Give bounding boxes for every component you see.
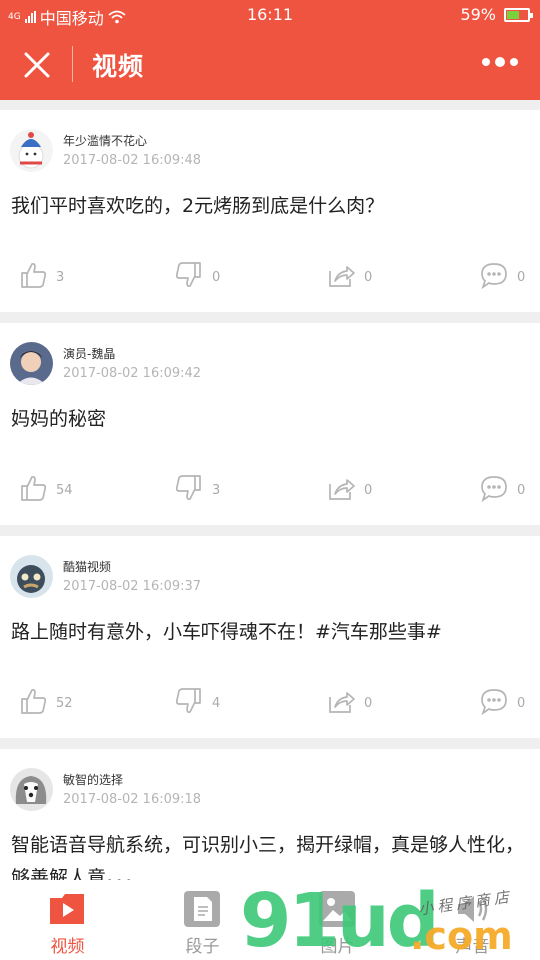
post-card[interactable]: 年少滥情不花心 2017-08-02 16:09:48 我们平时喜欢吃的，2元烤肠到…	[0, 110, 540, 312]
share-count: 0	[364, 695, 373, 711]
share-button[interactable]: 0	[326, 260, 372, 294]
author-name[interactable]: 演员-魏晶	[63, 345, 115, 362]
post-card[interactable]: 演员-魏晶 2017-08-02 16:09:42 妈妈的秘密 54 3 0 0	[0, 323, 540, 525]
comment-count: 0	[517, 482, 526, 498]
avatar[interactable]	[10, 555, 53, 598]
comment-button[interactable]: 0	[479, 473, 525, 507]
image-icon	[319, 891, 355, 927]
dislike-button[interactable]: 0	[174, 260, 220, 294]
post-time: 2017-08-02 16:09:37	[63, 579, 202, 594]
status-time: 16:11	[246, 5, 294, 24]
like-button[interactable]: 52	[18, 686, 73, 720]
comment-icon	[479, 686, 509, 720]
battery-icon	[504, 7, 533, 22]
post-title[interactable]: 我们平时喜欢吃的，2元烤肠到底是什么肉？	[11, 190, 531, 223]
sound-icon	[458, 896, 488, 922]
comment-count: 0	[517, 695, 526, 711]
post-time: 2017-08-02 16:09:18	[63, 792, 202, 807]
post-title[interactable]: 妈妈的秘密	[11, 403, 531, 436]
share-icon	[326, 686, 356, 720]
dislike-icon	[174, 473, 204, 507]
nav-label-video: 视频	[50, 937, 85, 957]
comment-icon	[479, 473, 509, 507]
nav-tab-sound[interactable]: 声音	[405, 880, 540, 960]
like-count: 52	[56, 695, 73, 711]
author-name[interactable]: 年少滥情不花心	[63, 132, 147, 149]
header: 4G 中国移动 16:11 59% 视频	[0, 0, 540, 100]
page-title: 视频	[92, 52, 145, 81]
dislike-button[interactable]: 4	[174, 686, 220, 720]
share-button[interactable]: 0	[326, 473, 372, 507]
share-count: 0	[364, 269, 373, 285]
like-button[interactable]: 3	[18, 260, 64, 294]
like-icon	[18, 260, 48, 294]
dislike-count: 0	[212, 269, 221, 285]
dislike-count: 3	[212, 482, 221, 498]
share-count: 0	[364, 482, 373, 498]
post-card[interactable]: 酷猫视频 2017-08-02 16:09:37 路上随时有意外，小车吓得魂不在！#…	[0, 536, 540, 738]
app-bar: 视频	[0, 30, 540, 100]
post-time: 2017-08-02 16:09:48	[63, 153, 202, 168]
battery-percent: 59%	[460, 5, 496, 24]
post-actions: 52 4 0 0	[0, 686, 540, 720]
share-button[interactable]: 0	[326, 686, 372, 720]
avatar[interactable]	[10, 342, 53, 385]
like-icon	[18, 686, 48, 720]
post-actions: 54 3 0 0	[0, 473, 540, 507]
status-bar: 4G 中国移动 16:11 59%	[0, 0, 540, 30]
like-count: 54	[56, 482, 73, 498]
title-divider	[72, 46, 73, 82]
like-button[interactable]: 54	[18, 473, 73, 507]
post-actions: 3 0 0 0	[0, 260, 540, 294]
comment-button[interactable]: 0	[479, 260, 525, 294]
nav-label-sound: 声音	[455, 937, 490, 957]
post-card[interactable]: 敏智的选择 2017-08-02 16:09:18 智能语音导航系统，可识别小三，揭…	[0, 749, 540, 889]
post-title[interactable]: 路上随时有意外，小车吓得魂不在！#汽车那些事#	[11, 616, 531, 649]
avatar[interactable]	[10, 768, 53, 811]
comment-button[interactable]: 0	[479, 686, 525, 720]
share-icon	[326, 473, 356, 507]
document-icon	[184, 891, 220, 927]
nav-tab-images[interactable]: 图片	[270, 880, 405, 960]
nav-label-images: 图片	[320, 937, 355, 957]
close-icon[interactable]	[18, 46, 56, 84]
bottom-nav: 视频 段子 图片 声音	[0, 880, 540, 960]
status-right: 59%	[460, 5, 533, 24]
like-icon	[18, 473, 48, 507]
comment-icon	[479, 260, 509, 294]
avatar[interactable]	[10, 129, 53, 172]
comment-count: 0	[517, 269, 526, 285]
post-time: 2017-08-02 16:09:42	[63, 366, 202, 381]
share-icon	[326, 260, 356, 294]
nav-tab-jokes[interactable]: 段子	[135, 880, 270, 960]
dislike-icon	[174, 686, 204, 720]
author-name[interactable]: 酷猫视频	[63, 558, 111, 575]
more-dots-icon[interactable]	[482, 57, 518, 67]
nav-label-jokes: 段子	[185, 937, 220, 957]
author-name[interactable]: 敏智的选择	[63, 771, 123, 788]
video-icon	[50, 894, 84, 924]
dislike-count: 4	[212, 695, 221, 711]
dislike-icon	[174, 260, 204, 294]
nav-tab-video[interactable]: 视频	[0, 880, 135, 960]
like-count: 3	[56, 269, 65, 285]
dislike-button[interactable]: 3	[174, 473, 220, 507]
